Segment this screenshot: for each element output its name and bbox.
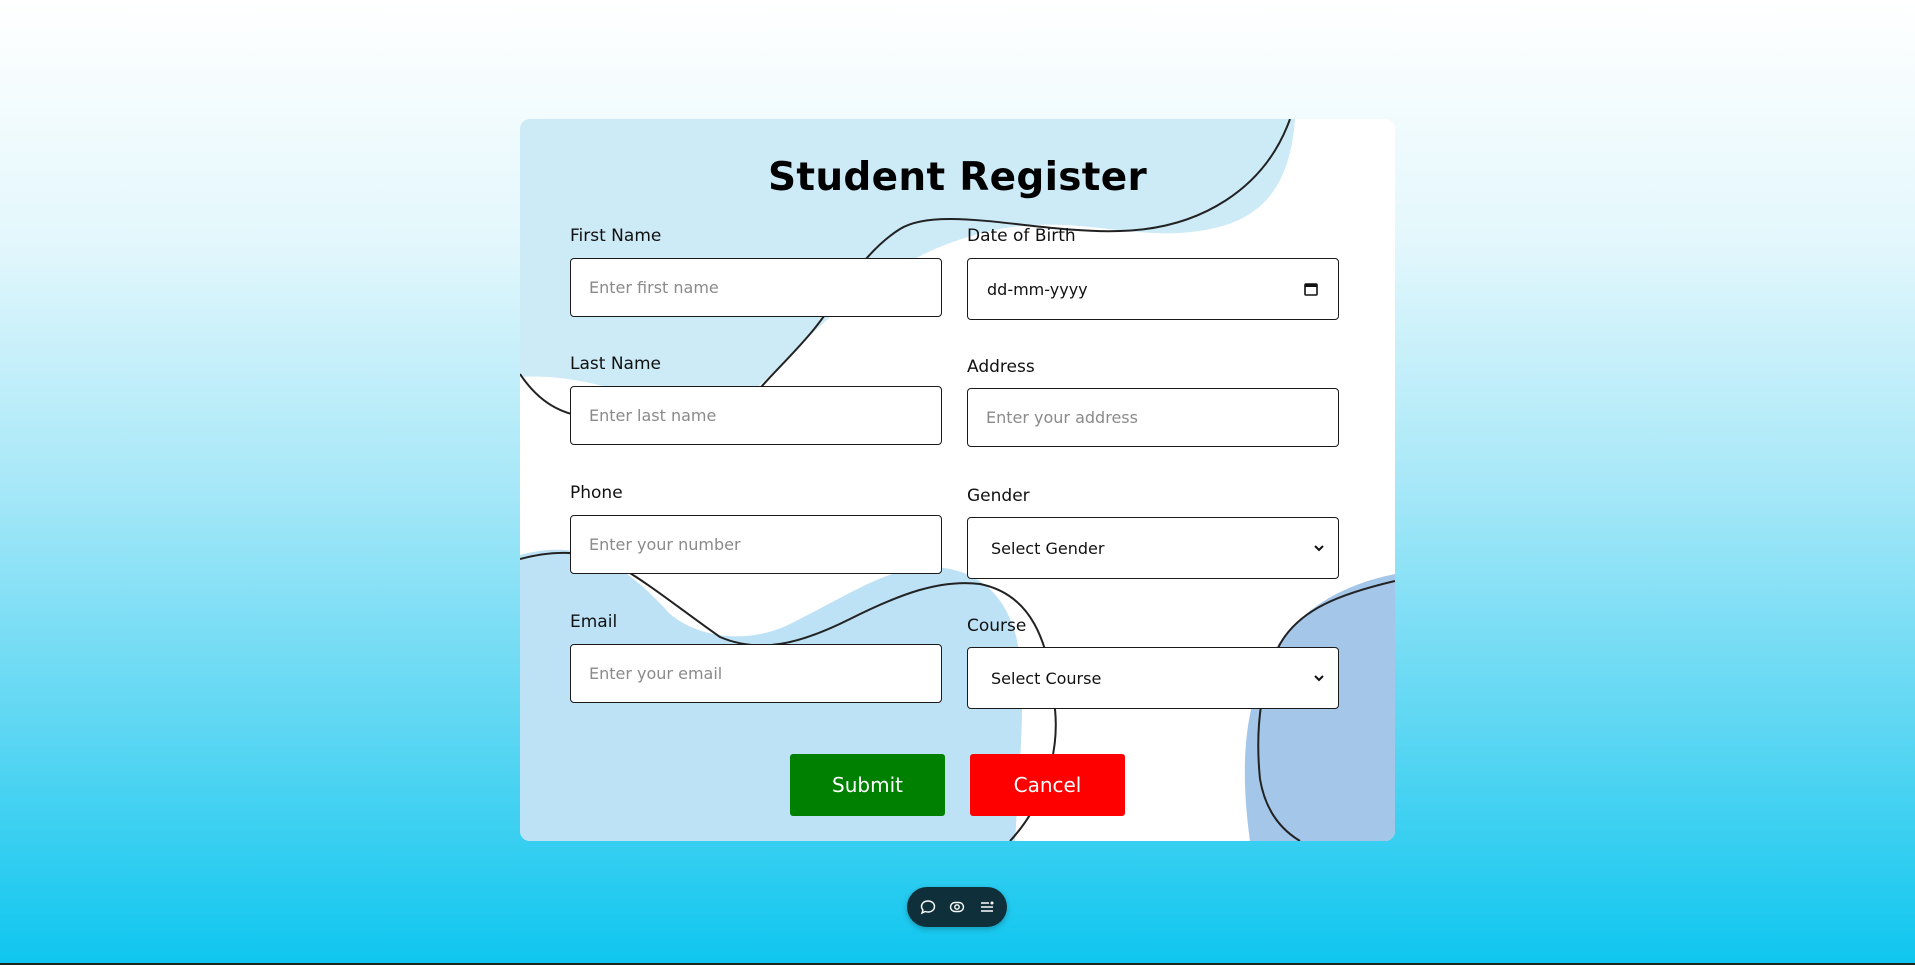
first-name-input[interactable] xyxy=(570,258,942,317)
gender-selected-value: Select Gender xyxy=(991,538,1105,558)
last-name-input[interactable] xyxy=(570,386,942,445)
comment-icon[interactable] xyxy=(919,898,937,916)
phone-label: Phone xyxy=(570,483,623,503)
form-title: Student Register xyxy=(768,155,1147,200)
list-icon[interactable] xyxy=(978,898,996,916)
course-label: Course xyxy=(967,616,1027,636)
course-selected-value: Select Course xyxy=(991,668,1102,688)
gender-select[interactable]: Select Gender xyxy=(967,517,1339,579)
dob-value: dd-mm-yyyy xyxy=(987,279,1088,299)
dob-label: Date of Birth xyxy=(967,226,1076,246)
registration-card: Student Register First Name Last Name Ph… xyxy=(520,119,1395,841)
last-name-label: Last Name xyxy=(570,354,661,374)
cancel-button[interactable]: Cancel xyxy=(970,754,1125,816)
dob-input[interactable]: dd-mm-yyyy xyxy=(967,258,1339,320)
course-select[interactable]: Select Course xyxy=(967,647,1339,709)
email-input[interactable] xyxy=(570,644,942,703)
chevron-down-icon xyxy=(1314,545,1324,552)
eye-icon[interactable] xyxy=(948,898,966,916)
gender-label: Gender xyxy=(967,486,1030,506)
calendar-icon[interactable] xyxy=(1304,282,1318,296)
phone-input[interactable] xyxy=(570,515,942,574)
chevron-down-icon xyxy=(1314,675,1324,682)
submit-button[interactable]: Submit xyxy=(790,754,945,816)
address-label: Address xyxy=(967,357,1035,377)
address-input[interactable] xyxy=(967,388,1339,447)
first-name-label: First Name xyxy=(570,226,662,246)
email-label: Email xyxy=(570,612,618,632)
floating-toolbar xyxy=(907,887,1007,927)
